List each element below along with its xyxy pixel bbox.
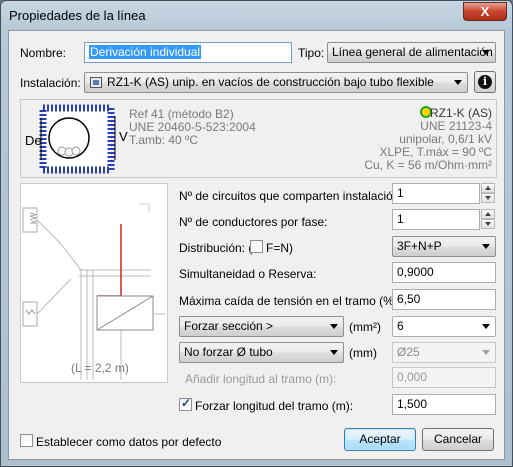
seccion-unit: (mm²) [349,320,381,334]
tubo-mode-value: No forzar Ø tubo [184,345,273,359]
cable-name: RZ1-K (AS) [429,106,492,120]
simultaneidad-input[interactable]: 0,9000 [392,262,496,283]
chevron-down-icon [482,324,490,329]
circuitos-spinner[interactable] [481,183,495,204]
chevron-down-icon [482,244,490,249]
cable-aislamiento: XLPE, T.máx = 90 ºC [379,145,492,159]
distribucion-label: Distribución: ( [179,241,253,255]
caida-label: Máxima caída de tensión en el tramo (%): [179,294,402,308]
simultaneidad-label: Simultaneidad o Reserva: [179,267,317,281]
anadir-label: Añadir longitud al tramo (m): [185,372,337,386]
seccion-mode-value: Forzar sección > [184,319,274,333]
forzar-longitud-checkbox[interactable] [179,396,192,411]
tubo-mode-select[interactable]: No forzar Ø tubo [179,342,344,363]
ref-text: Ref 41 (método B2) [129,107,234,121]
cable-info-panel: De V Ref 41 (método B2) UNE 20460-5-523:… [20,99,497,178]
v-label: V [119,129,128,144]
chevron-down-icon [330,350,338,355]
nombre-label: Nombre: [20,46,67,60]
tipo-label: Tipo: [298,46,325,60]
fn-checkbox[interactable] [250,240,263,253]
close-button[interactable]: X [463,2,507,21]
info-icon: i [478,75,492,89]
accept-button[interactable]: Aceptar [344,428,416,451]
tubo-unit: (mm) [349,346,377,360]
cable-icon [90,77,102,88]
forzar-longitud-input[interactable]: 1,500 [392,394,496,415]
instalacion-value: RZ1-K (AS) unip. en vacíos de construcci… [107,75,434,89]
dialog-window: Propiedades de la línea X Nombre: Deriva… [0,0,513,467]
conductores-label: Nº de conductores por fase: [179,215,328,229]
tubo-value: Ø25 [397,345,420,359]
conductores-spinner[interactable] [481,209,495,230]
chevron-down-icon [482,50,490,55]
seccion-select[interactable]: 6 [392,316,496,337]
seccion-mode-select[interactable]: Forzar sección > [179,316,344,337]
kw-label: kW [29,212,38,224]
instalacion-select[interactable]: RZ1-K (AS) unip. en vacíos de construcci… [84,72,468,93]
tipo-select[interactable]: Línea general de alimentación [327,42,496,63]
cable-conductor: Cu, K = 56 m/Ohm·mm² [364,158,492,172]
cable-tipo: unipolar, 0,6/1 kV [399,132,492,146]
nombre-value: Derivación individual [89,45,202,59]
forzar-longitud-label: Forzar longitud del tramo (m): [195,399,354,413]
title-bar[interactable]: Propiedades de la línea X [1,1,512,29]
circuitos-label: Nº de circuitos que comparten instalació… [179,189,403,203]
cable-norma: UNE 21123-4 [420,119,492,133]
conductores-input[interactable]: 1 [392,209,480,230]
nombre-input[interactable]: Derivación individual [84,42,292,63]
window-title: Propiedades de la línea [9,8,146,23]
cancel-button[interactable]: Cancelar [422,428,494,451]
tamb-text: T.amb: 40 ºC [129,133,199,147]
chevron-down-icon [330,324,338,329]
seccion-value: 6 [397,319,404,333]
distribucion-value: 3F+N+P [397,239,442,253]
defecto-label: Establecer como datos por defecto [36,435,222,449]
chevron-down-icon [454,80,462,85]
circuit-diagram: kW [22,203,165,380]
info-button[interactable]: i [474,71,496,93]
instalacion-label: Instalación: [20,76,81,90]
caida-input[interactable]: 6,50 [392,289,496,310]
tipo-value: Línea general de alimentación [332,45,493,59]
length-label: (L = 2,2 m) [71,361,129,375]
circuitos-input[interactable]: 1 [392,183,480,204]
defecto-checkbox[interactable] [20,434,33,447]
anadir-input[interactable]: 0,000 [392,367,496,388]
de-label: De [25,133,42,148]
circuit-diagram-panel: kW [20,183,168,383]
norma-text: UNE 20460-5-523:2004 [129,120,256,134]
dialog-body: Nombre: Derivación individual Tipo: Líne… [8,30,505,460]
distribucion-select[interactable]: 3F+N+P [392,236,496,257]
chevron-down-icon [482,350,490,355]
fn-label: F=N) [266,241,293,255]
tubo-select[interactable]: Ø25 [392,342,496,363]
